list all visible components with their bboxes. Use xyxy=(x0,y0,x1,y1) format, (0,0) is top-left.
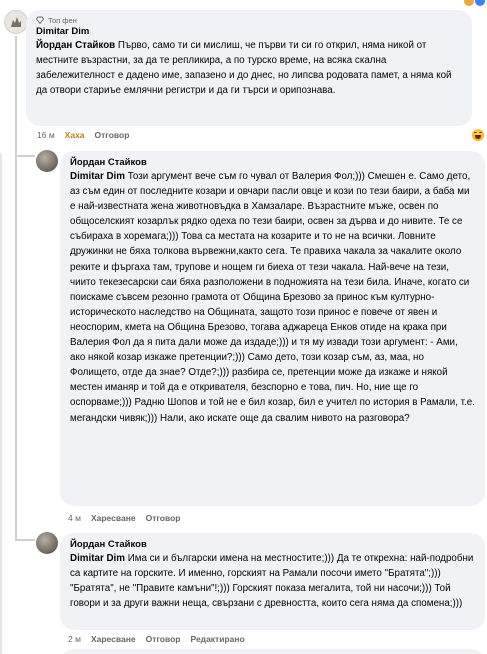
thread-branch xyxy=(17,155,35,157)
reply-timestamp[interactable]: 2 м xyxy=(68,634,81,644)
avatar[interactable] xyxy=(36,150,58,172)
reply-body: Има си и български имена на местностите;… xyxy=(70,553,474,610)
edited-label: Редактирано xyxy=(190,634,245,644)
reply-author[interactable]: Йордан Стайков xyxy=(70,538,475,551)
thread-branch xyxy=(17,539,35,541)
comment-actions: 16 м Хаха Отговор xyxy=(37,130,129,140)
reply-timestamp[interactable]: 4 м xyxy=(68,513,81,523)
reply-button[interactable]: Отговор xyxy=(146,513,181,523)
reply-button[interactable]: Отговор xyxy=(146,634,181,644)
reply-text: Dimitar Dim Този аргумент вече съм го чу… xyxy=(70,169,475,426)
comment-timestamp[interactable]: 16 м xyxy=(37,130,55,140)
reply-bubble: Йордан Стайков Dimitar Dim Има си и бълг… xyxy=(60,533,485,630)
avatar[interactable] xyxy=(36,532,58,554)
reply-text: Dimitar Dim Има си и български имена на … xyxy=(70,551,475,611)
avatar-image-icon xyxy=(11,17,21,27)
reply-button[interactable]: Отговор xyxy=(95,130,130,140)
top-fan-badge: Топ фен xyxy=(36,15,462,25)
mention-link[interactable]: Dimitar Dim xyxy=(70,171,125,182)
reaction-icons-cluster xyxy=(464,0,485,6)
thread-line-outer xyxy=(0,154,2,654)
reaction-icon-partial xyxy=(475,0,485,6)
reply-bubble: Йордан Стайков Dimitar Dim Този аргумент… xyxy=(60,151,485,506)
reply-actions: 2 м Харесване Отговор Редактирано xyxy=(68,634,245,644)
reply-actions: 4 м Харесване Отговор xyxy=(68,513,180,523)
haha-emoji-icon[interactable] xyxy=(472,129,484,141)
diamond-icon xyxy=(36,16,44,24)
reaction-icon-partial xyxy=(464,0,474,6)
mention-link[interactable]: Йордан Стайков xyxy=(36,40,115,51)
comment-bubble: Топ фен Dimitar Dim Йордан Стайков Първо… xyxy=(26,10,472,126)
mention-link[interactable]: Dimitar Dim xyxy=(70,553,125,564)
comment-text: Йордан Стайков Първо, само ти си мислиш,… xyxy=(36,38,462,98)
next-reply-bubble-partial xyxy=(60,649,485,654)
haha-reaction-button[interactable]: Хаха xyxy=(65,130,85,140)
like-button[interactable]: Харесване xyxy=(91,634,136,644)
comment-author[interactable]: Dimitar Dim xyxy=(36,25,462,38)
badge-label: Топ фен xyxy=(48,15,77,25)
like-button[interactable]: Харесване xyxy=(91,513,136,523)
avatar[interactable] xyxy=(4,10,28,34)
reply-author[interactable]: Йордан Стайков xyxy=(70,156,475,169)
reply-body: Този аргумент вече съм го чувал от Валер… xyxy=(70,171,475,424)
thread-line xyxy=(15,36,17,541)
